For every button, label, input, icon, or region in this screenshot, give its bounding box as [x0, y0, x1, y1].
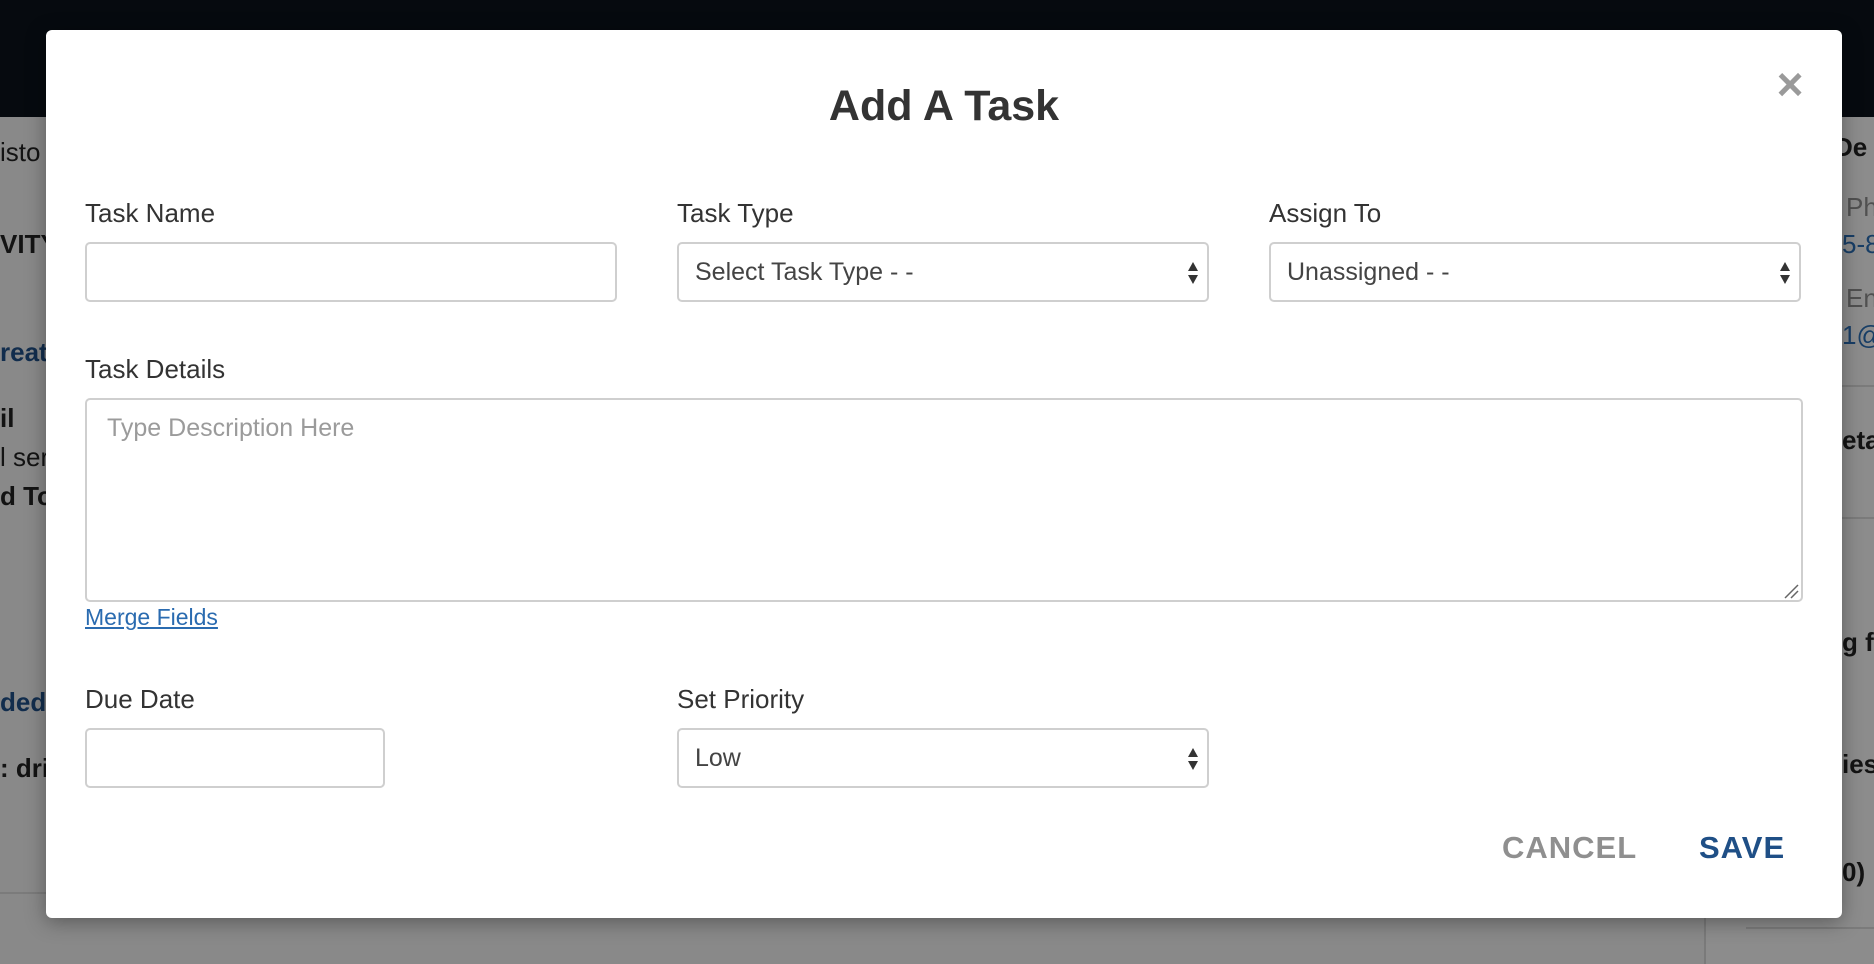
task-name-label: Task Name	[85, 198, 216, 228]
modal-title: Add A Task	[828, 82, 1060, 130]
select-arrows-icon	[1188, 262, 1198, 284]
priority-label: Set Priority	[677, 684, 805, 714]
task-type-label: Task Type	[677, 198, 794, 228]
cancel-button[interactable]: CANCEL	[1502, 830, 1637, 866]
task-type-select[interactable]: Select Task Type - -	[677, 242, 1209, 302]
due-date-label: Due Date	[85, 684, 195, 714]
assign-to-label: Assign To	[1269, 198, 1382, 228]
assign-to-selected: Unassigned - -	[1287, 258, 1450, 286]
save-button[interactable]: SAVE	[1699, 830, 1785, 866]
add-task-modal: Add A Task × Task Name Task Type Select …	[46, 30, 1842, 918]
priority-selected: Low	[695, 744, 741, 772]
resize-grip-icon[interactable]	[1783, 583, 1799, 599]
priority-select[interactable]: Low	[677, 728, 1209, 788]
close-icon[interactable]: ×	[1770, 61, 1810, 107]
select-arrows-icon	[1188, 748, 1198, 770]
task-name-input[interactable]	[85, 242, 617, 302]
merge-fields-link[interactable]: Merge Fields	[85, 604, 218, 631]
task-details-textarea[interactable]	[85, 398, 1803, 602]
assign-to-select[interactable]: Unassigned - -	[1269, 242, 1801, 302]
select-arrows-icon	[1780, 262, 1790, 284]
task-details-label: Task Details	[85, 354, 226, 384]
task-type-selected: Select Task Type - -	[695, 258, 914, 286]
due-date-input[interactable]	[85, 728, 385, 788]
